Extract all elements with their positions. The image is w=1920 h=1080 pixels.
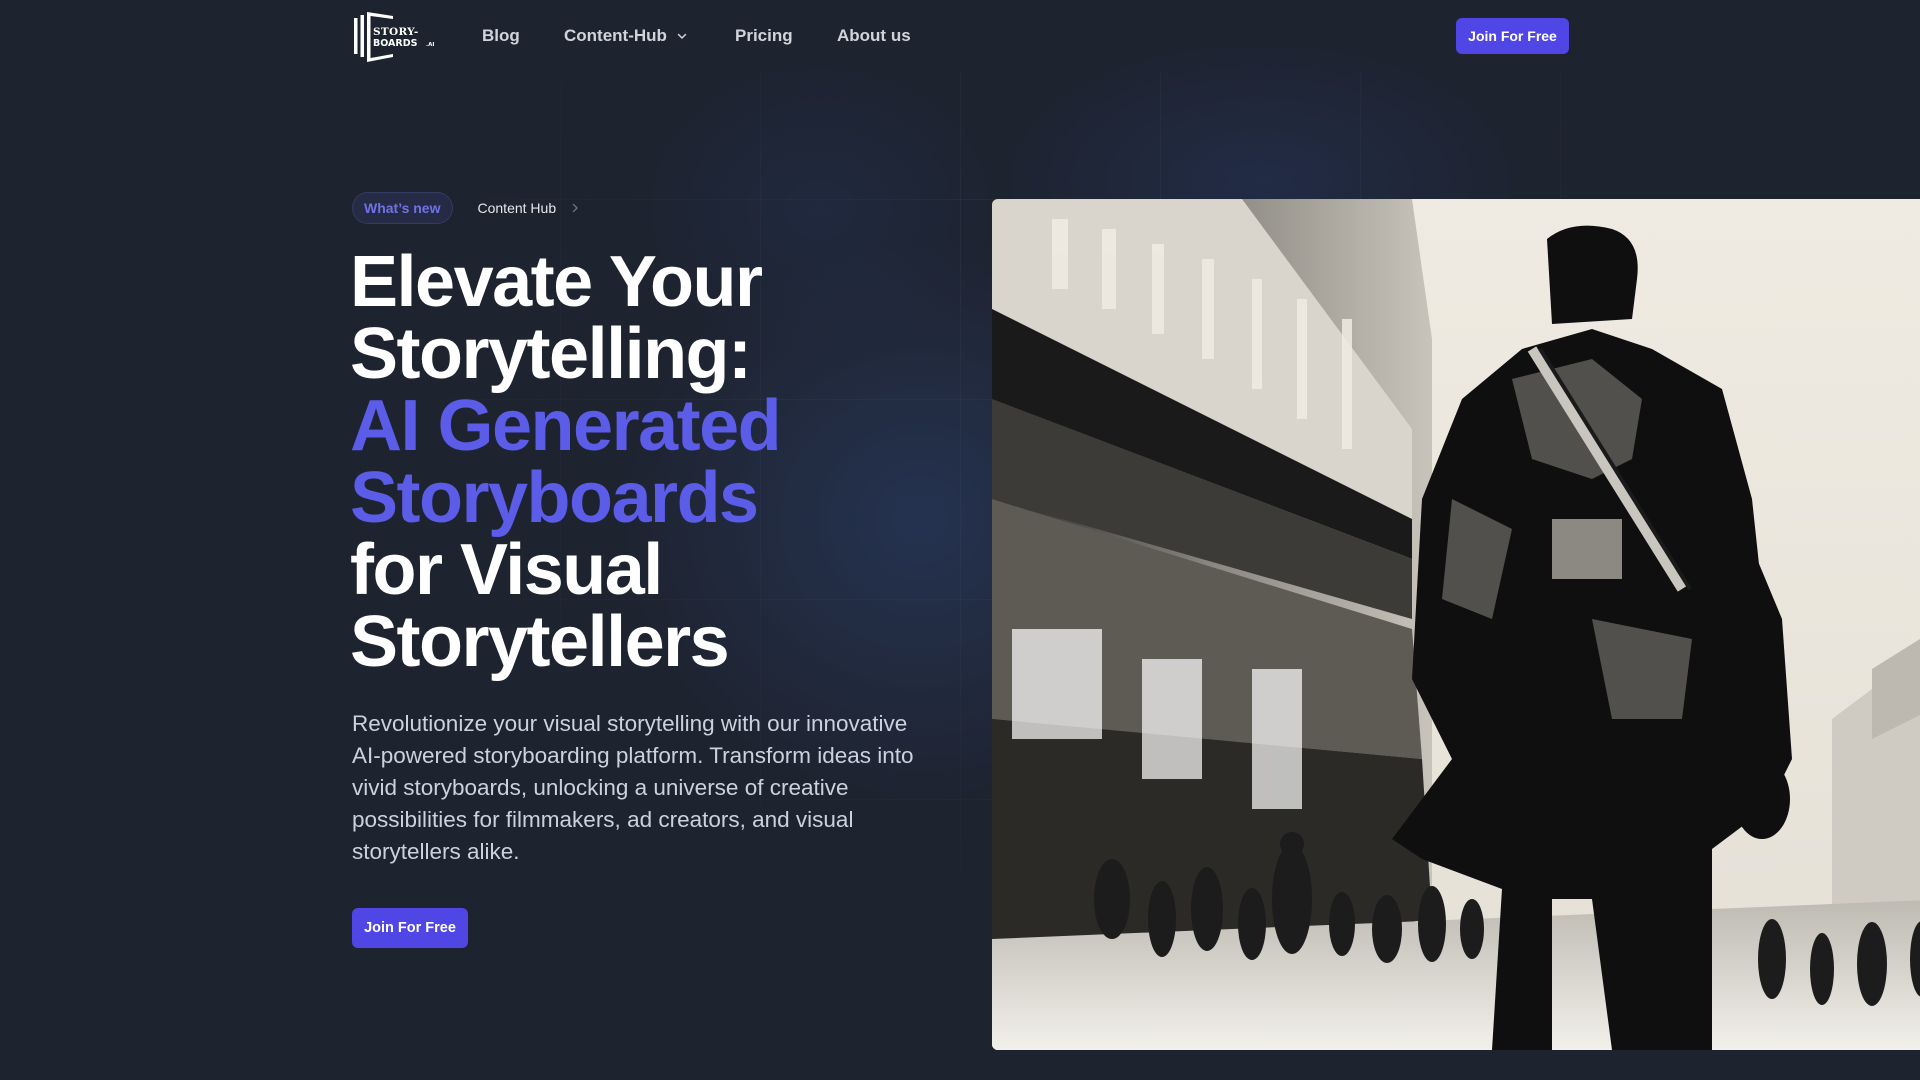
storyboards-logo-icon: STORY- BOARDS .AI [354,12,434,62]
nav-blog[interactable]: Blog [482,24,520,48]
chevron-right-icon [572,203,578,213]
nav-pricing[interactable]: Pricing [735,24,793,48]
nav-blog-label: Blog [482,26,520,45]
nav-content-hub[interactable]: Content-Hub [564,24,688,48]
storyboards-logo[interactable]: STORY- BOARDS .AI [353,10,443,64]
nav-about-us[interactable]: About us [837,24,911,48]
headline-line: Storytellers [350,602,730,682]
svg-text:.AI: .AI [426,42,434,48]
hero-storyboard-image [992,199,1920,1050]
storyboard-illustration [992,199,1920,1050]
svg-text:STORY-: STORY- [373,26,419,38]
join-for-free-hero-button[interactable]: Join For Free [352,908,468,948]
announcement-breadcrumb: What’s new Content Hub [352,192,580,224]
nav-pricing-label: Pricing [735,26,793,45]
nav-content-hub-label: Content-Hub [564,26,667,45]
join-for-free-nav-button[interactable]: Join For Free [1456,18,1569,54]
top-navigation: STORY- BOARDS .AI Blog Content-Hub Prici… [0,0,1920,72]
headline-accent-line: Storyboards [350,458,759,538]
hero-headline: Elevate Your Storytelling: AI Generated … [350,246,990,678]
headline-line: for Visual [350,530,663,610]
headline-line: Storytelling: [350,314,752,394]
nav-about-us-label: About us [837,26,911,45]
headline-accent-line: AI Generated [350,386,782,466]
content-hub-link[interactable]: Content Hub [478,200,581,216]
svg-text:BOARDS: BOARDS [373,38,418,49]
headline-line: Elevate Your [350,242,763,322]
chevron-down-icon [677,33,687,39]
content-hub-link-label: Content Hub [477,200,557,216]
whats-new-badge[interactable]: What’s new [352,192,453,224]
hero-description: Revolutionize your visual storytelling w… [352,711,914,864]
